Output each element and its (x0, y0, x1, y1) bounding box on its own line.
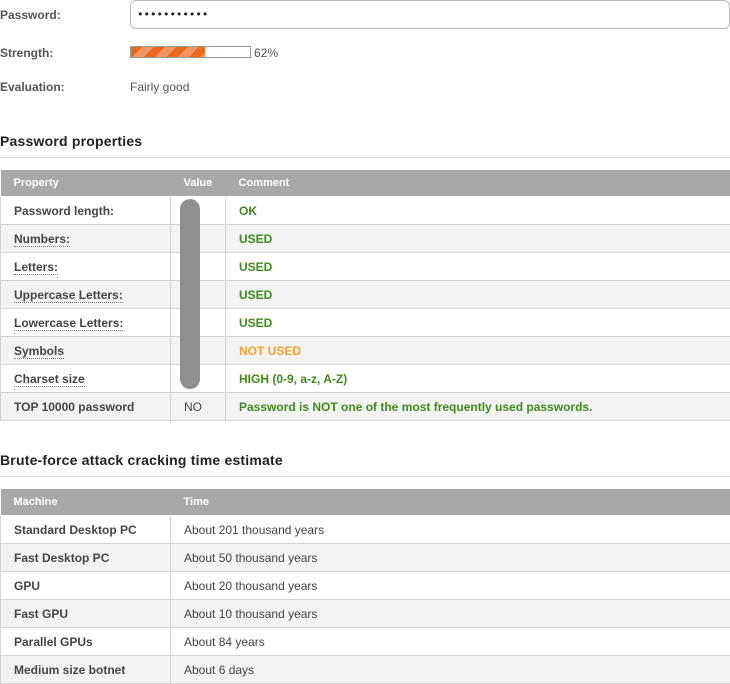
property-name-cell: TOP 10000 password (1, 393, 171, 421)
password-properties-title: Password properties (0, 133, 730, 158)
crack-time: About 50 thousand years (171, 544, 730, 572)
table-header-row: Machine Time (1, 489, 730, 516)
machine-name: Standard Desktop PC (1, 516, 171, 544)
bruteforce-table: Machine Time Standard Desktop PCAbout 20… (0, 489, 730, 684)
property-name[interactable]: Lowercase Letters: (14, 316, 123, 331)
table-row: Fast GPUAbout 10 thousand years (1, 600, 730, 628)
crack-time: About 6 days (171, 656, 730, 684)
table-row: Medium size botnetAbout 6 days (1, 656, 730, 684)
property-name: Password length: (14, 204, 114, 218)
property-comment: OK (226, 197, 730, 225)
table-row: Letters: USED (1, 253, 730, 281)
crack-time: About 10 thousand years (171, 600, 730, 628)
crack-time: About 84 years (171, 628, 730, 656)
property-name[interactable]: Charset size (14, 372, 85, 387)
value-column-scrollbar[interactable] (180, 199, 200, 389)
property-comment: USED (226, 225, 730, 253)
crack-time: About 20 thousand years (171, 572, 730, 600)
machine-name: Fast Desktop PC (1, 544, 171, 572)
password-input[interactable] (130, 0, 730, 29)
table-header-row: Property Value Comment (1, 170, 730, 197)
table-row: Lowercase Letters: USED (1, 309, 730, 337)
column-header-property: Property (1, 170, 171, 197)
property-comment: HIGH (0-9, a-z, A-Z) (226, 365, 730, 393)
table-row: Symbols NOT USED (1, 337, 730, 365)
machine-name: Parallel GPUs (1, 628, 171, 656)
table-row: TOP 10000 password NOPassword is NOT one … (1, 393, 730, 421)
property-comment: USED (226, 309, 730, 337)
strength-progress-bar (130, 46, 251, 58)
table-row: GPUAbout 20 thousand years (1, 572, 730, 600)
property-name[interactable]: Uppercase Letters: (14, 288, 123, 303)
machine-name: GPU (1, 572, 171, 600)
table-row: Numbers: USED (1, 225, 730, 253)
column-header-time: Time (171, 489, 730, 516)
table-row: Fast Desktop PCAbout 50 thousand years (1, 544, 730, 572)
strength-label: Strength: (0, 46, 53, 60)
machine-name: Fast GPU (1, 600, 171, 628)
property-name-cell: Uppercase Letters: (1, 281, 171, 309)
column-header-value: Value (171, 170, 226, 197)
strength-progress-fill (131, 47, 205, 57)
property-name-cell: Charset size (1, 365, 171, 393)
table-row: Parallel GPUsAbout 84 years (1, 628, 730, 656)
evaluation-label: Evaluation: (0, 80, 65, 94)
machine-name: Medium size botnet (1, 656, 171, 684)
property-comment: NOT USED (226, 337, 730, 365)
strength-percent: 62% (254, 46, 278, 60)
table-row: Standard Desktop PCAbout 201 thousand ye… (1, 516, 730, 544)
property-name: TOP 10000 password (14, 400, 134, 414)
table-row: Password length: OK (1, 197, 730, 225)
property-comment: USED (226, 281, 730, 309)
property-name-cell: Password length: (1, 197, 171, 225)
property-name-cell: Lowercase Letters: (1, 309, 171, 337)
bruteforce-title: Brute-force attack cracking time estimat… (0, 452, 730, 477)
table-row: Uppercase Letters: USED (1, 281, 730, 309)
evaluation-value: Fairly good (130, 80, 189, 94)
property-name[interactable]: Letters: (14, 260, 58, 275)
property-comment: USED (226, 253, 730, 281)
column-header-comment: Comment (226, 170, 730, 197)
password-properties-table: Property Value Comment Password length: O… (0, 170, 730, 421)
property-name-cell: Numbers: (1, 225, 171, 253)
password-label: Password: (0, 8, 61, 22)
table-row: Charset size HIGH (0-9, a-z, A-Z) (1, 365, 730, 393)
crack-time: About 201 thousand years (171, 516, 730, 544)
column-header-machine: Machine (1, 489, 171, 516)
property-name-cell: Letters: (1, 253, 171, 281)
property-name[interactable]: Symbols (14, 344, 64, 359)
property-name[interactable]: Numbers: (14, 232, 70, 247)
property-value: NO (171, 393, 226, 421)
property-comment: Password is NOT one of the most frequent… (226, 393, 730, 421)
property-name-cell: Symbols (1, 337, 171, 365)
